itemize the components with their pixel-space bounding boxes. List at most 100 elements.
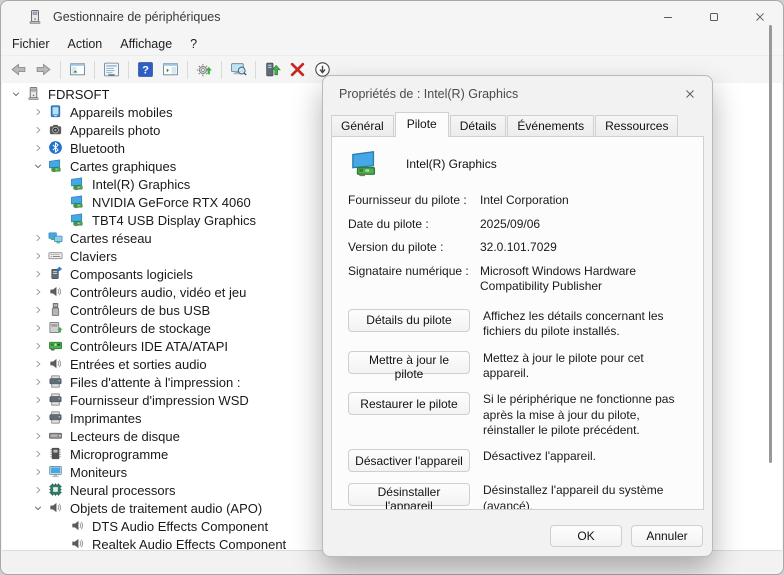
cancel-button[interactable]: Annuler [631,525,703,547]
dialog-title-bar: Propriétés de : Intel(R) Graphics [323,76,712,112]
chevron-right-icon[interactable] [30,122,46,138]
maximize-icon [707,10,721,24]
tree-item-label: TBT4 USB Display Graphics [92,213,256,228]
roll-back-driver-button[interactable]: Restaurer le pilote [348,392,470,415]
chevron-right-icon[interactable] [30,266,46,282]
display-adapter-icon [70,212,86,228]
menu-help[interactable]: ? [181,35,206,53]
chevron-right-icon[interactable] [30,104,46,120]
tree-item-label: Cartes réseau [70,231,152,246]
toolbar-properties-button[interactable] [99,58,124,81]
scan-hardware-changes-icon [196,61,213,78]
software-component-icon [48,266,64,282]
tree-item-label: Entrées et sorties audio [70,357,207,372]
toolbar-show-console-tree-button[interactable] [65,58,90,81]
tree-item-label: Bluetooth [70,141,125,156]
update-driver-button[interactable]: Mettre à jour le pilote [348,351,470,374]
display-adapter-icon [348,148,384,180]
action-row-update-driver: Mettre à jour le piloteMettez à jour le … [348,351,687,382]
chevron-down-icon[interactable] [8,86,24,102]
menu-fichier[interactable]: Fichier [3,35,59,53]
camera-icon [48,122,64,138]
chevron-right-icon[interactable] [30,482,46,498]
tree-item-label: Composants logiciels [70,267,193,282]
toolbar-forward-button[interactable] [31,58,56,81]
field-label: Signataire numérique : [348,264,480,295]
tree-item-label: Cartes graphiques [70,159,176,174]
chevron-right-icon[interactable] [30,446,46,462]
field-fournisseur-du-pilote: Fournisseur du pilote :Intel Corporation [348,193,687,209]
chevron-right-icon[interactable] [30,410,46,426]
close-button[interactable] [737,1,783,33]
tab-evenements[interactable]: Événements [507,115,594,136]
tab-ressources[interactable]: Ressources [595,115,678,136]
speaker-icon [70,536,86,551]
driver-details-button[interactable]: Détails du pilote [348,309,470,332]
chevron-right-icon[interactable] [30,464,46,480]
tree-item-label: Appareils photo [70,123,160,138]
field-value: Microsoft Windows Hardware Compatibility… [480,264,687,295]
chevron-right-icon[interactable] [30,248,46,264]
chevron-down-icon[interactable] [30,158,46,174]
chevron-right-icon[interactable] [30,356,46,372]
dialog-title: Propriétés de : Intel(R) Graphics [339,87,518,101]
monitor-icon [48,464,64,480]
chevron-right-icon[interactable] [30,302,46,318]
chevron-right-icon[interactable] [30,320,46,336]
ok-button[interactable]: OK [550,525,622,547]
toolbar-scan-hardware-changes-button[interactable] [192,58,217,81]
show-action-pane-icon [162,61,179,78]
dialog-close-button[interactable] [672,79,708,109]
back-icon [10,61,27,78]
maximize-button[interactable] [691,1,737,33]
dialog-tabs: GénéralPiloteDétailsÉvénementsRessources [323,112,712,136]
toolbar-separator [128,61,129,79]
chevron-right-icon[interactable] [30,284,46,300]
menu-action[interactable]: Action [59,35,112,53]
toolbar-computer-search-button[interactable] [226,58,251,81]
tab-details[interactable]: Détails [450,115,507,136]
device-manager-app-icon [27,9,43,25]
network-adapter-icon [48,230,64,246]
chevron-right-icon[interactable] [30,428,46,444]
menu-affichage[interactable]: Affichage [111,35,181,53]
toolbar-help-button[interactable]: ? [133,58,158,81]
speaker-icon [70,518,86,534]
chevron-down-icon[interactable] [30,500,46,516]
tree-scrollbar[interactable] [769,25,772,463]
disk-drive-icon [48,428,64,444]
toolbar-back-button[interactable] [6,58,31,81]
chevron-right-icon[interactable] [30,338,46,354]
chevron-right-icon[interactable] [30,374,46,390]
toolbar-uninstall-device-button[interactable] [285,58,310,81]
chevron-spacer [52,536,68,551]
close-icon [683,87,697,101]
toolbar-separator [221,61,222,79]
roll-back-driver-description: Si le périphérique ne fonctionne pas apr… [483,392,687,438]
tree-item-label: Objets de traitement audio (APO) [70,501,262,516]
tree-item-label: Files d'attente à l'impression : [70,375,240,390]
toolbar-update-driver-button[interactable] [260,58,285,81]
minimize-button[interactable] [645,1,691,33]
tree-item-label: Fournisseur d'impression WSD [70,393,249,408]
field-version-du-pilote: Version du pilote :32.0.101.7029 [348,240,687,256]
field-label: Fournisseur du pilote : [348,193,480,209]
field-date-du-pilote: Date du pilote :2025/09/06 [348,217,687,233]
window-controls [645,1,783,33]
menu-bar: FichierActionAffichage? [1,33,783,55]
uninstall-device-button[interactable]: Désinstaller l'appareil [348,483,470,506]
tab-pilote[interactable]: Pilote [395,112,449,137]
tree-item-label: Contrôleurs de bus USB [70,303,210,318]
tab-general[interactable]: Général [331,115,394,136]
chevron-right-icon[interactable] [30,230,46,246]
toolbar-show-action-pane-button[interactable] [158,58,183,81]
tree-item-label: Imprimantes [70,411,142,426]
toolbar-separator [60,61,61,79]
disable-device-button[interactable]: Désactiver l'appareil [348,449,470,472]
chevron-spacer [52,176,68,192]
field-label: Date du pilote : [348,217,480,233]
printer-icon [48,374,64,390]
window-title: Gestionnaire de périphériques [53,10,220,24]
chevron-right-icon[interactable] [30,392,46,408]
chevron-right-icon[interactable] [30,140,46,156]
